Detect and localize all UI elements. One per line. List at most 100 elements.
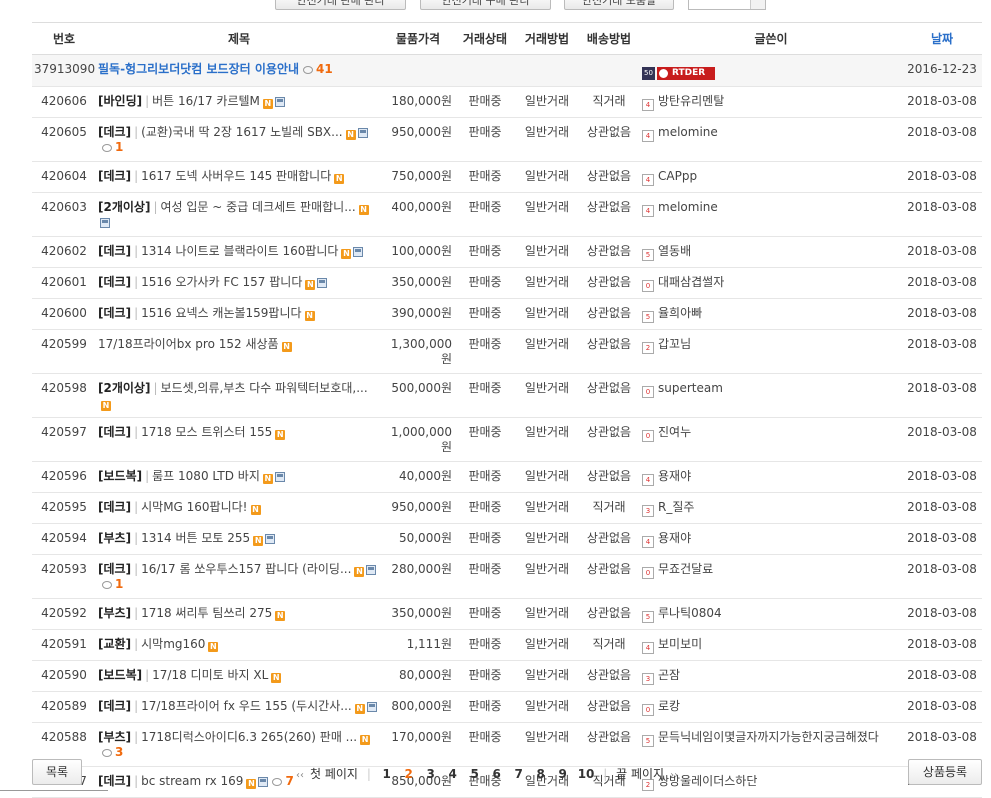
- author[interactable]: 5 루나틱0804: [640, 598, 902, 630]
- last-page-link[interactable]: 끝 페이지: [616, 767, 664, 781]
- page-4-link[interactable]: 4: [446, 767, 460, 781]
- author[interactable]: 4 용재야: [640, 523, 902, 555]
- category-select[interactable]: [688, 0, 766, 10]
- author[interactable]: 4 방탄유리멘탈: [640, 86, 902, 118]
- author[interactable]: 0 로캉: [640, 691, 902, 723]
- notice-comment-count[interactable]: 41: [316, 62, 333, 76]
- author-name[interactable]: 용재야: [658, 531, 691, 545]
- post-title-link[interactable]: 1314 버튼 모토 255: [141, 531, 250, 545]
- post-title-link[interactable]: 1718디럭스아이디6.3 265(260) 판매 ...: [141, 730, 357, 744]
- level-icon: 2: [642, 342, 654, 354]
- page-10-link[interactable]: 10: [578, 767, 595, 781]
- post-title-link[interactable]: 룸프 1080 LTD 바지: [152, 469, 260, 483]
- author-name[interactable]: superteam: [658, 381, 723, 395]
- table-row: 420600 [데크] | 1516 요넥스 캐논볼159팝니다 N 390,000원 판매…: [32, 298, 982, 330]
- col-author: 글쓴이: [640, 22, 902, 55]
- post-date: 2018-03-08: [902, 86, 982, 118]
- post-title-cell: [부츠] | 1718 써리투 팀쓰리 275 N: [96, 598, 382, 630]
- trade-method: 일반거래: [516, 329, 578, 374]
- comment-count[interactable]: 1: [115, 140, 123, 154]
- post-title-link[interactable]: 보드셋,의류,부츠 다수 파워텍터보호대,...: [161, 381, 368, 395]
- post-no: 420591: [32, 629, 96, 661]
- author[interactable]: 0 대패삼겹썰자: [640, 267, 902, 299]
- author[interactable]: 0 superteam: [640, 373, 902, 418]
- author-name[interactable]: 로캉: [658, 699, 680, 713]
- table-row: 420591 [교환] | 시막mg160 N 1,111원 판매중 일반거래 직거래 4 보미보미…: [32, 629, 982, 661]
- author-name[interactable]: 대패삼겹썰자: [658, 275, 724, 289]
- post-title-link[interactable]: 17/18프라이어 fx 우드 155 (두시간사...: [141, 699, 352, 713]
- comment-count[interactable]: 3: [115, 745, 123, 759]
- author[interactable]: 2 갑꼬님: [640, 329, 902, 374]
- post-title-link[interactable]: 1314 나이트로 블랙라이트 160팝니다: [141, 244, 338, 258]
- author[interactable]: 4 melomine: [640, 192, 902, 237]
- post-title-link[interactable]: 16/17 롬 쏘우투스157 팝니다 (라이딩...: [141, 562, 351, 576]
- notice-author[interactable]: 50 RTDER: [640, 54, 902, 87]
- author-name[interactable]: CAPpp: [658, 169, 697, 183]
- trade-method: 일반거래: [516, 417, 578, 462]
- post-title-link[interactable]: 시막MG 160팝니다!: [141, 500, 247, 514]
- post-title-link[interactable]: 1516 요넥스 캐논볼159팝니다: [141, 306, 301, 320]
- author-name[interactable]: 루나틱0804: [658, 606, 722, 620]
- author[interactable]: 4 melomine: [640, 117, 902, 162]
- post-title-link[interactable]: (교환)국내 딱 2장 1617 노빌레 SBX...: [141, 125, 342, 139]
- post-title-cell: [바인딩] | 버튼 16/17 카르텔M N: [96, 86, 382, 118]
- author[interactable]: 4 CAPpp: [640, 161, 902, 193]
- page-1-link[interactable]: 1: [380, 767, 394, 781]
- post-title-link[interactable]: 1718 써리투 팀쓰리 275: [141, 606, 272, 620]
- ship-method: 상관없음: [578, 298, 640, 330]
- post-title-link[interactable]: 여성 입문 ~ 중급 데크세트 판매합니...: [161, 200, 356, 214]
- author-name[interactable]: 진여누: [658, 425, 691, 439]
- table-row: 420603 [2개이상] | 여성 입문 ~ 중급 데크세트 판매합니... N 400…: [32, 192, 982, 237]
- post-title-link[interactable]: 시막mg160: [141, 637, 205, 651]
- post-title-link[interactable]: 17/18프라이어bx pro 152 새상품: [98, 337, 279, 351]
- author-name[interactable]: 열동배: [658, 244, 691, 258]
- first-page-link[interactable]: 첫 페이지: [310, 767, 358, 781]
- page-6-link[interactable]: 6: [490, 767, 504, 781]
- page-7-link[interactable]: 7: [512, 767, 526, 781]
- author[interactable]: 4 보미보미: [640, 629, 902, 661]
- author-name[interactable]: 율희아빠: [658, 306, 702, 320]
- author-name[interactable]: 문득닉네임이몇글자까지가능한지궁금해졌다: [658, 730, 879, 744]
- col-date-sort[interactable]: 날짜: [902, 22, 982, 55]
- col-price: 물품가격: [382, 22, 454, 55]
- page-3-link[interactable]: 3: [424, 767, 438, 781]
- safe-trade-help-button[interactable]: 안전거래 도움말: [564, 0, 674, 10]
- safe-trade-sell-manage-button[interactable]: 안전거래 판매 관리: [275, 0, 406, 10]
- comment-count[interactable]: 1: [115, 577, 123, 591]
- level-icon: 4: [642, 99, 654, 111]
- author[interactable]: 3 곤잠: [640, 660, 902, 692]
- author[interactable]: 5 율희아빠: [640, 298, 902, 330]
- list-button[interactable]: 목록: [32, 759, 82, 785]
- page-8-link[interactable]: 8: [534, 767, 548, 781]
- author[interactable]: 0 무죠건달료: [640, 554, 902, 599]
- safe-trade-buy-manage-button[interactable]: 안전거래 구매 관리: [420, 0, 551, 10]
- register-item-button[interactable]: 상품등록: [908, 759, 982, 785]
- post-title-link[interactable]: 17/18 디미토 바지 XL: [152, 668, 268, 682]
- post-title-link[interactable]: 버튼 16/17 카르텔M: [152, 94, 260, 108]
- author[interactable]: 0 진여누: [640, 417, 902, 462]
- page-2-link[interactable]: 2: [402, 767, 416, 781]
- author[interactable]: 3 R_질주: [640, 492, 902, 524]
- post-title-link[interactable]: 1617 도넥 사버우드 145 판매합니다: [141, 169, 331, 183]
- notice-title-link[interactable]: 필독-헝그리보더닷컴 보드장터 이용안내: [98, 62, 299, 76]
- author-name[interactable]: 방탄유리멘탈: [658, 94, 724, 108]
- author[interactable]: 5 열동배: [640, 236, 902, 268]
- author-name[interactable]: 용재야: [658, 469, 691, 483]
- trade-method: 일반거래: [516, 298, 578, 330]
- post-title-link[interactable]: 1516 오가사카 FC 157 팝니다: [141, 275, 302, 289]
- ship-method: 상관없음: [578, 554, 640, 599]
- author-name[interactable]: melomine: [658, 200, 718, 214]
- page-5-link[interactable]: 5: [468, 767, 482, 781]
- post-title-link[interactable]: 1718 모스 트위스터 155: [141, 425, 272, 439]
- trade-status: 판매중: [454, 523, 516, 555]
- page-9-link[interactable]: 9: [556, 767, 570, 781]
- author-name[interactable]: R_질주: [658, 500, 694, 514]
- author-name[interactable]: 곤잠: [658, 668, 680, 682]
- author[interactable]: 4 용재야: [640, 461, 902, 493]
- col-title: 제목: [96, 22, 382, 55]
- author-name[interactable]: melomine: [658, 125, 718, 139]
- author-name[interactable]: 갑꼬님: [658, 337, 691, 351]
- author-name[interactable]: 무죠건달료: [658, 562, 713, 576]
- price: 950,000원: [382, 492, 454, 524]
- author-name[interactable]: 보미보미: [658, 637, 702, 651]
